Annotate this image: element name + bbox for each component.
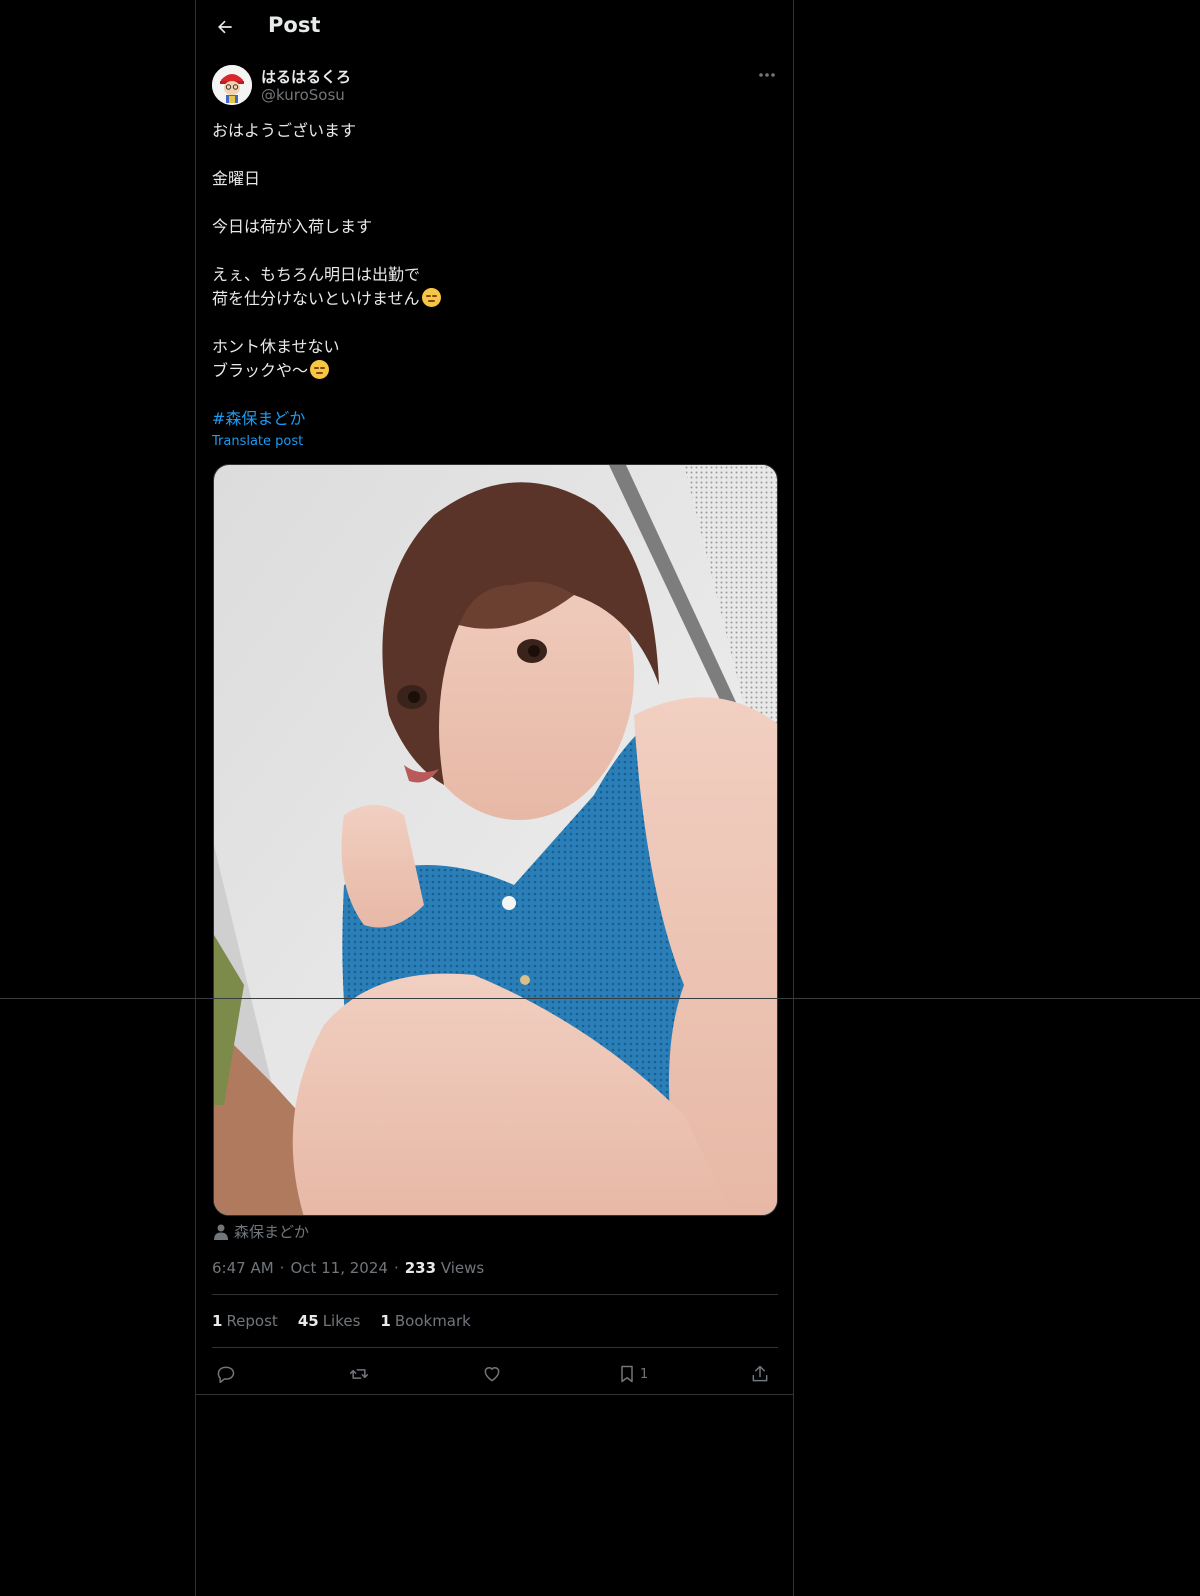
post-meta: 6:47 AM · Oct 11, 2024 · 233 Views bbox=[212, 1259, 485, 1277]
hashtag-link[interactable]: #森保まどか bbox=[212, 407, 772, 431]
post-photo[interactable] bbox=[213, 464, 778, 1216]
repost-button[interactable] bbox=[348, 1360, 370, 1388]
bookmark-icon bbox=[621, 1365, 633, 1383]
share-icon bbox=[752, 1365, 768, 1382]
page-header: Post bbox=[196, 0, 793, 54]
back-button[interactable] bbox=[210, 12, 240, 42]
post-line bbox=[212, 239, 772, 263]
like-button[interactable] bbox=[482, 1360, 502, 1388]
bookmarks-label: Bookmark bbox=[394, 1312, 471, 1330]
post-time[interactable]: 6:47 AM bbox=[212, 1259, 274, 1277]
post-line: ホント休ませない bbox=[212, 337, 340, 356]
post-line: 今日は荷が入荷します bbox=[212, 217, 373, 236]
post-line-with-emoji: 荷を仕分けないといけません bbox=[212, 287, 772, 311]
translate-post-link[interactable]: Translate post bbox=[212, 434, 303, 449]
post-actions: 1 bbox=[196, 1356, 793, 1392]
bookmark-button[interactable]: 1 bbox=[618, 1360, 648, 1388]
post-date[interactable]: Oct 11, 2024 bbox=[290, 1259, 388, 1277]
post-line-text: ブラックや〜 bbox=[212, 361, 309, 380]
likes-label: Likes bbox=[322, 1312, 361, 1330]
tagged-person-name: 森保まどか bbox=[234, 1223, 310, 1241]
post-line bbox=[212, 311, 772, 335]
repost-icon bbox=[349, 1369, 369, 1379]
author-display-name[interactable]: はるはるくろ bbox=[261, 66, 351, 87]
confounded-face-emoji-icon bbox=[310, 360, 330, 379]
reply-icon bbox=[217, 1366, 235, 1384]
post-line: 金曜日 bbox=[212, 169, 261, 188]
views-label: Views bbox=[440, 1259, 485, 1277]
page-title: Post bbox=[268, 13, 321, 37]
back-arrow-icon bbox=[218, 20, 232, 34]
divider bbox=[212, 1294, 778, 1295]
post-line: えぇ、もちろん明日は出勤で bbox=[212, 265, 421, 284]
more-icon bbox=[759, 73, 775, 77]
avatar[interactable] bbox=[212, 65, 252, 105]
post-column: Post はるはるくろ @kuroSosu おはようございます 金曜日 今日は荷… bbox=[195, 0, 794, 1596]
post-line bbox=[212, 143, 772, 167]
post-line-text: 荷を仕分けないといけません bbox=[212, 289, 420, 308]
bookmarks-stat[interactable]: 1 Bookmark bbox=[380, 1312, 470, 1330]
engagement-stats: 1 Repost 45 Likes 1 Bookmark bbox=[212, 1312, 471, 1330]
post-line: おはようございます bbox=[212, 121, 357, 140]
likes-count: 45 bbox=[297, 1312, 319, 1330]
post-line-with-emoji: ブラックや〜 bbox=[212, 359, 772, 383]
likes-stat[interactable]: 45 Likes bbox=[298, 1312, 361, 1330]
more-button[interactable] bbox=[755, 66, 779, 84]
author-handle[interactable]: @kuroSosu bbox=[261, 86, 345, 104]
divider bbox=[196, 1394, 793, 1395]
bookmark-count: 1 bbox=[640, 1366, 649, 1382]
like-icon bbox=[484, 1367, 500, 1382]
reposts-count: 1 bbox=[212, 1312, 223, 1330]
share-button[interactable] bbox=[750, 1360, 770, 1388]
reposts-label: Repost bbox=[226, 1312, 278, 1330]
screen-divider-line bbox=[0, 998, 1200, 999]
reply-button[interactable] bbox=[216, 1360, 236, 1388]
person-icon bbox=[214, 1224, 228, 1240]
post-line bbox=[212, 191, 772, 215]
tagged-person[interactable]: 森保まどか bbox=[214, 1221, 309, 1242]
reposts-stat[interactable]: 1 Repost bbox=[212, 1312, 278, 1330]
photo-image bbox=[214, 465, 777, 1215]
divider bbox=[212, 1347, 778, 1348]
bookmarks-count: 1 bbox=[380, 1312, 391, 1330]
post-line bbox=[212, 383, 772, 407]
views-count: 233 bbox=[404, 1259, 437, 1277]
post-text: おはようございます 金曜日 今日は荷が入荷します えぇ、もちろん明日は出勤で 荷… bbox=[212, 119, 772, 431]
relieved-face-emoji-icon bbox=[421, 288, 441, 307]
